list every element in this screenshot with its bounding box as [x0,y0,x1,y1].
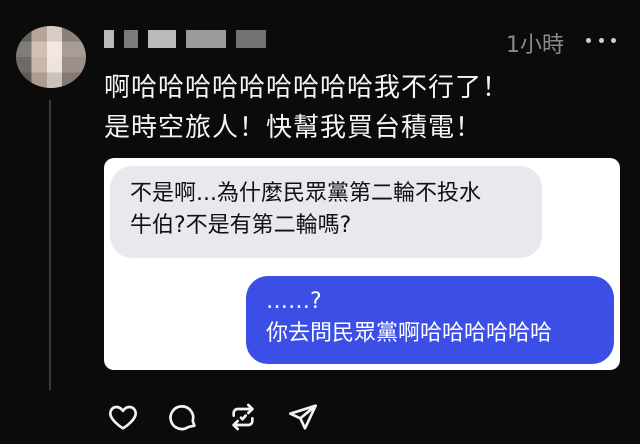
attached-chat-screenshot[interactable]: 不是啊...為什麼民眾黨第二輪不投水 牛伯?不是有第二輪嗎? ……? 你去問民眾… [104,158,620,370]
repost-button[interactable] [224,398,262,436]
outgoing-message-bubble: ……? 你去問民眾黨啊哈哈哈哈哈哈 [246,276,614,364]
post-text-line: 是時空旅人！快幫我買台積電！ [104,113,483,143]
share-icon [289,404,317,430]
post-text: 啊哈哈哈哈哈哈哈哈哈我不行了！ 是時空旅人！快幫我買台積電！ [104,68,624,148]
thread-line [49,100,51,390]
post-text-line: 啊哈哈哈哈哈哈哈哈哈我不行了！ [104,73,510,103]
comment-button[interactable] [164,398,202,436]
avatar[interactable] [16,26,86,88]
post-timestamp: 1小時 [506,33,564,58]
like-button[interactable] [104,398,142,436]
incoming-message-bubble: 不是啊...為什麼民眾黨第二輪不投水 牛伯?不是有第二輪嗎? [110,166,542,258]
dot-icon [598,37,604,43]
message-line: 牛伯?不是有第二輪嗎? [130,213,352,238]
post-actions [104,398,322,436]
message-line: ……? [266,289,322,314]
more-options-button[interactable] [586,30,616,50]
comment-icon [169,405,196,431]
repost-icon [232,403,254,431]
dot-icon [611,37,616,43]
share-button[interactable] [284,398,322,436]
message-line: 不是啊...為什麼民眾黨第二輪不投水 [130,181,481,206]
message-line: 你去問民眾黨啊哈哈哈哈哈哈 [266,321,553,346]
username-redacted[interactable] [104,26,294,52]
heart-icon [109,405,137,430]
dot-icon [586,37,591,43]
